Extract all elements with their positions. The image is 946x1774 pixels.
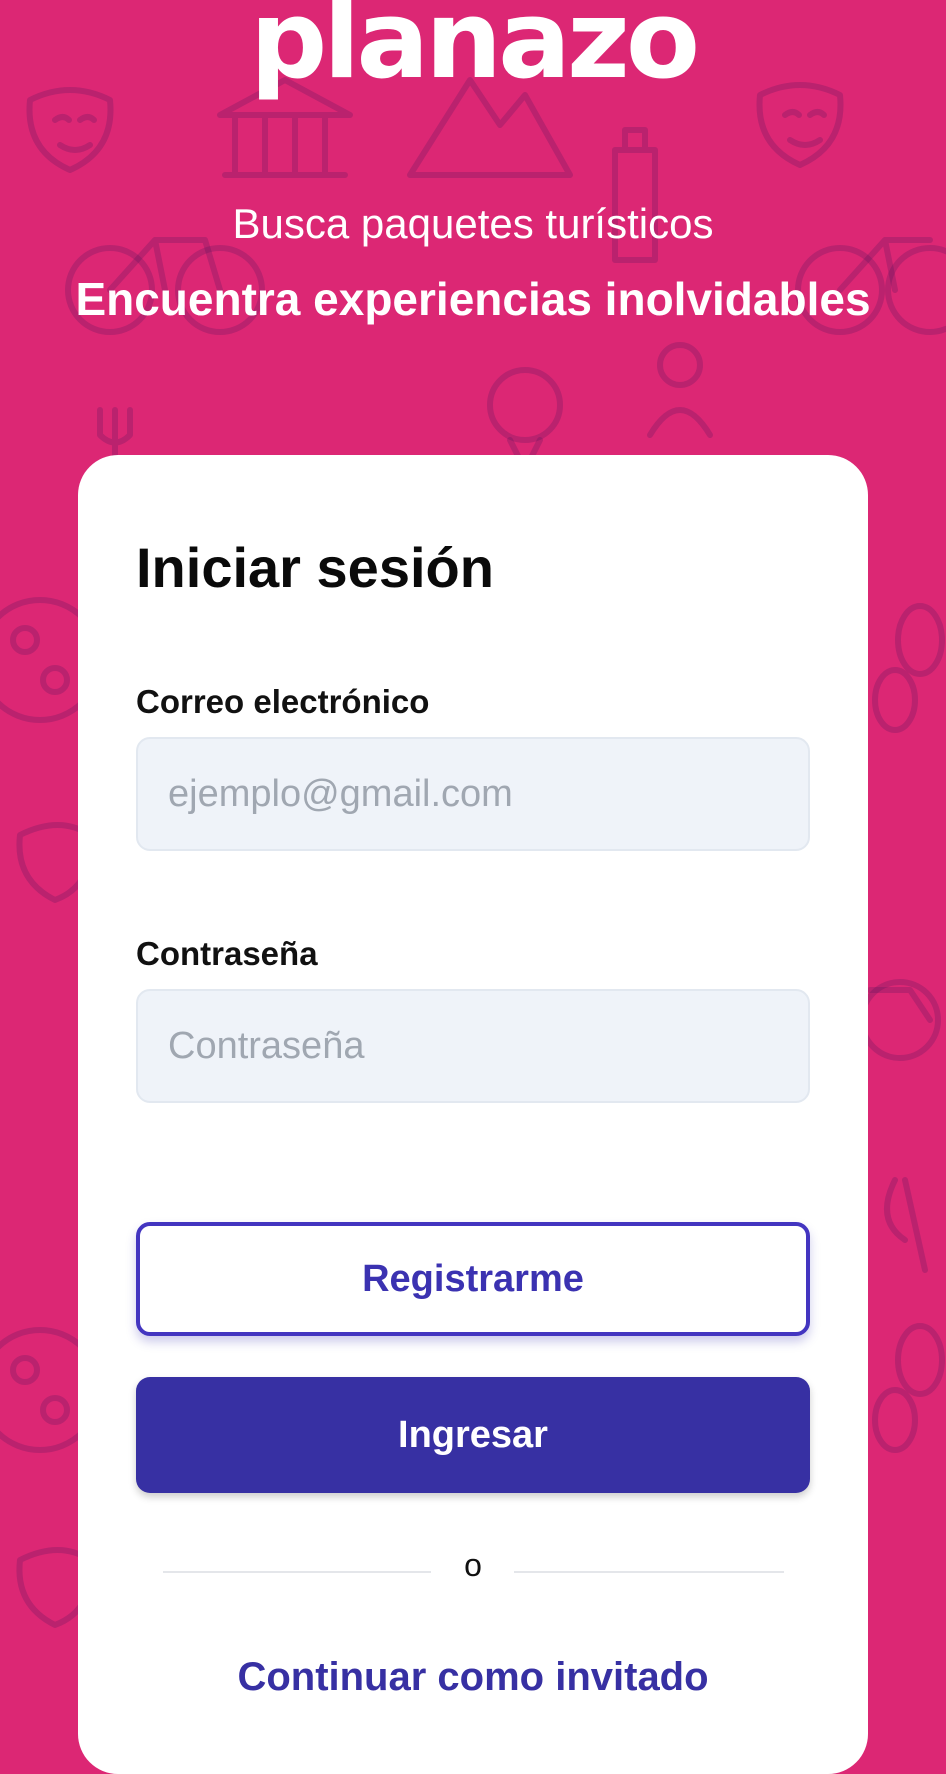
divider-text: o — [464, 1547, 482, 1583]
email-field[interactable] — [136, 737, 810, 851]
knife-icon — [884, 1177, 928, 1273]
footprints-icon — [872, 603, 945, 733]
login-button[interactable]: Ingresar — [136, 1377, 810, 1493]
footprints-icon — [872, 1323, 945, 1453]
register-button[interactable]: Registrarme — [136, 1222, 810, 1336]
login-card: Iniciar sesión Correo electrónico Contra… — [78, 455, 868, 1774]
continue-as-guest-link[interactable]: Continuar como invitado — [78, 1655, 868, 1700]
email-label: Correo electrónico — [136, 683, 430, 720]
tagline-headline: Encuentra experiencias inolvidables — [75, 273, 871, 325]
theater-masks-icon — [26, 87, 114, 173]
password-label: Contraseña — [136, 935, 318, 972]
bicycle-icon — [859, 979, 941, 1061]
family-icon — [647, 342, 713, 438]
balloon-icon — [487, 367, 563, 463]
page-title: Iniciar sesión — [136, 536, 494, 599]
divider-line-right — [514, 1571, 784, 1573]
tagline-subtitle: Busca paquetes turísticos — [232, 200, 714, 247]
divider-line-left — [163, 1571, 431, 1573]
planazo-logo: planazo — [249, 0, 700, 103]
password-field[interactable] — [136, 989, 810, 1103]
